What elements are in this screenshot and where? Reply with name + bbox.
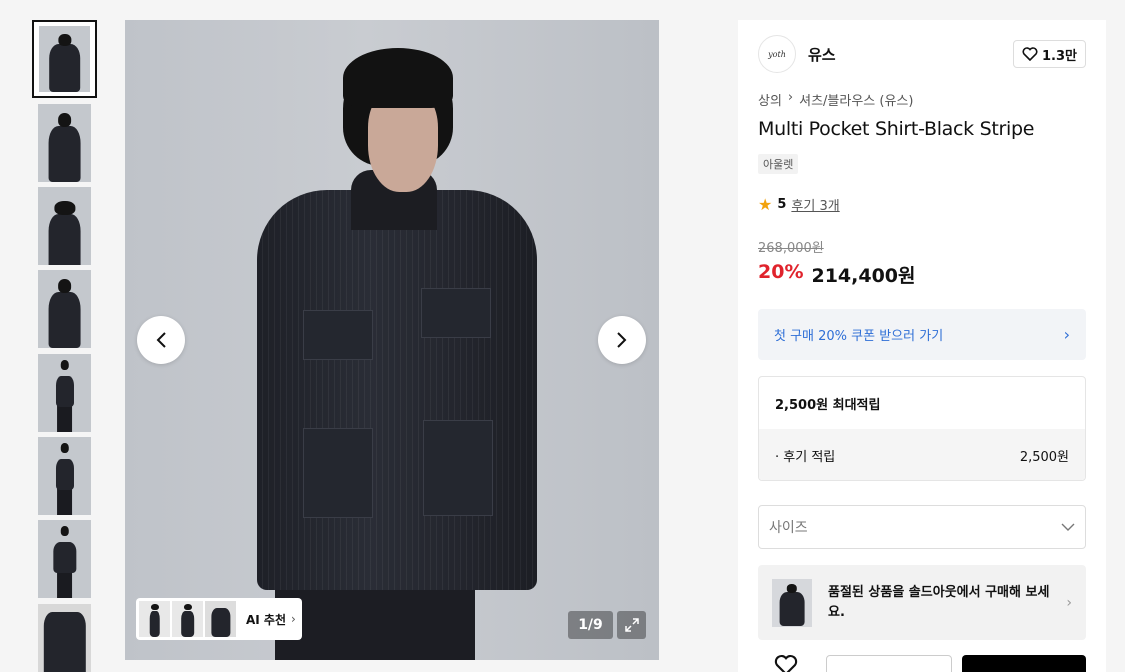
- original-price: 268,000원: [758, 241, 824, 256]
- image-counter: 1/9: [568, 611, 613, 639]
- chevron-right-icon: ›: [291, 612, 296, 626]
- points-box: 2,500원 최대적립 · 후기 적립 2,500원: [758, 376, 1086, 481]
- expand-icon: [624, 618, 639, 632]
- star-icon: ★: [758, 195, 773, 214]
- thumbnail-4[interactable]: [38, 270, 91, 348]
- product-info-panel: yoth 유스 1.3만 상의 › 셔츠/블라우스 (유스) Multi Poc…: [738, 20, 1106, 672]
- expand-button[interactable]: [617, 611, 646, 639]
- price-row: 20% 214,400원: [758, 261, 916, 288]
- brand-name[interactable]: 유스: [808, 44, 836, 65]
- soldout-banner[interactable]: 품절된 상품을 솔드아웃에서 구매해 보세요. ›: [758, 565, 1086, 640]
- coupon-label: 첫 구매 20% 쿠폰 받으러 가기: [774, 329, 944, 344]
- breadcrumb: 상의 › 셔츠/블라우스 (유스): [758, 90, 913, 109]
- brand-logo-text: yoth: [768, 49, 786, 59]
- next-image-button[interactable]: [598, 316, 646, 364]
- chevron-left-icon: [156, 332, 166, 348]
- thumbnail-6[interactable]: [38, 437, 91, 515]
- review-link[interactable]: 후기 3개: [791, 195, 839, 214]
- thumbnail-7[interactable]: [38, 520, 91, 598]
- main-product-photo: [125, 20, 659, 660]
- breadcrumb-category[interactable]: 상의: [758, 90, 782, 109]
- coupon-banner[interactable]: 첫 구매 20% 쿠폰 받으러 가기 ›: [758, 309, 1086, 360]
- rating: ★ 5 후기 3개: [758, 195, 840, 214]
- rating-score: 5: [777, 197, 787, 212]
- bottom-like-button[interactable]: [774, 654, 798, 672]
- like-count: 1.3만: [1042, 48, 1077, 64]
- heart-icon: [1022, 47, 1038, 61]
- ai-thumb-3: [205, 601, 236, 637]
- thumbnail-2[interactable]: [38, 104, 91, 182]
- prev-image-button[interactable]: [137, 316, 185, 364]
- discount-rate: 20%: [758, 261, 804, 283]
- size-select[interactable]: 사이즈: [758, 505, 1086, 549]
- breadcrumb-separator: ›: [787, 90, 794, 105]
- sale-price: 214,400원: [811, 265, 916, 287]
- ai-thumb-1: [139, 601, 170, 637]
- brand-logo[interactable]: yoth: [758, 35, 796, 73]
- breadcrumb-subcategory[interactable]: 셔츠/블라우스 (유스): [799, 90, 913, 109]
- ai-thumb-2: [172, 601, 203, 637]
- ai-recommend-label: AI 추천: [246, 612, 287, 627]
- product-title: Multi Pocket Shirt-Black Stripe: [758, 118, 1035, 140]
- thumbnail-1[interactable]: [32, 20, 97, 98]
- chevron-right-icon: ›: [1066, 594, 1072, 611]
- points-header: 2,500원 최대적립: [775, 397, 881, 413]
- heart-icon: [774, 654, 798, 672]
- soldout-text: 품절된 상품을 솔드아웃에서 구매해 보세요.: [828, 584, 1050, 620]
- chevron-down-icon: [1061, 519, 1075, 535]
- chevron-right-icon: ›: [1063, 325, 1070, 344]
- points-row-amount: 2,500원: [1019, 450, 1069, 465]
- points-row: · 후기 적립 2,500원: [759, 429, 1085, 480]
- points-row-label: · 후기 적립: [775, 450, 836, 465]
- thumbnail-3[interactable]: [38, 187, 91, 265]
- brand-row: yoth 유스 1.3만: [758, 34, 1086, 74]
- thumbnail-5[interactable]: [38, 354, 91, 432]
- like-button[interactable]: 1.3만: [1013, 40, 1086, 68]
- buy-button[interactable]: [962, 655, 1086, 672]
- cart-button[interactable]: [826, 655, 952, 672]
- chevron-right-icon: [617, 332, 627, 348]
- size-select-placeholder: 사이즈: [769, 520, 808, 536]
- outlet-tag: 아울렛: [758, 154, 799, 174]
- ai-recommend-button[interactable]: AI 추천 ›: [136, 598, 302, 640]
- soldout-thumbnail: [772, 578, 812, 627]
- thumbnail-8[interactable]: [38, 604, 91, 672]
